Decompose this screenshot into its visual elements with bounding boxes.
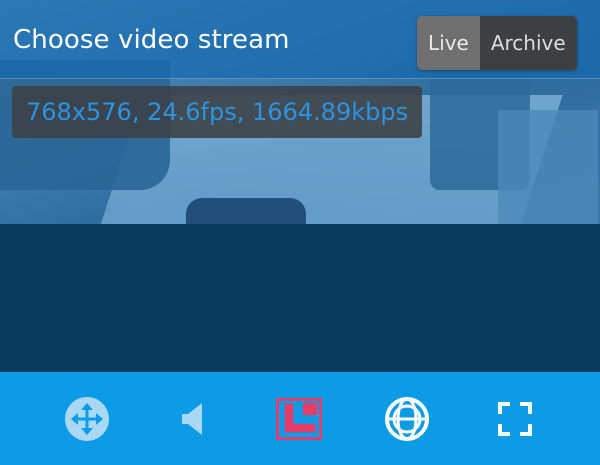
fisheye-button[interactable] (384, 396, 430, 442)
layout-icon (276, 397, 322, 441)
fullscreen-icon (498, 402, 532, 436)
ptz-move-button[interactable] (64, 396, 110, 442)
mode-toggle: Live Archive (417, 16, 577, 70)
page-title: Choose video stream (13, 25, 290, 55)
video-view[interactable]: Choose video stream Live Archive 768x576… (0, 0, 600, 224)
fisheye-icon (385, 397, 429, 441)
stream-info-badge[interactable]: 768x576, 24.6fps, 1664.89kbps (12, 86, 423, 138)
fullscreen-button[interactable] (492, 396, 538, 442)
video-scene-object (186, 198, 306, 224)
layout-button[interactable] (276, 396, 322, 442)
archive-button[interactable]: Archive (479, 16, 577, 70)
speaker-icon (182, 403, 202, 435)
speaker-button[interactable] (170, 396, 216, 442)
ptz-move-icon (65, 397, 109, 441)
live-button[interactable]: Live (417, 16, 480, 70)
video-scene-door (498, 110, 598, 224)
